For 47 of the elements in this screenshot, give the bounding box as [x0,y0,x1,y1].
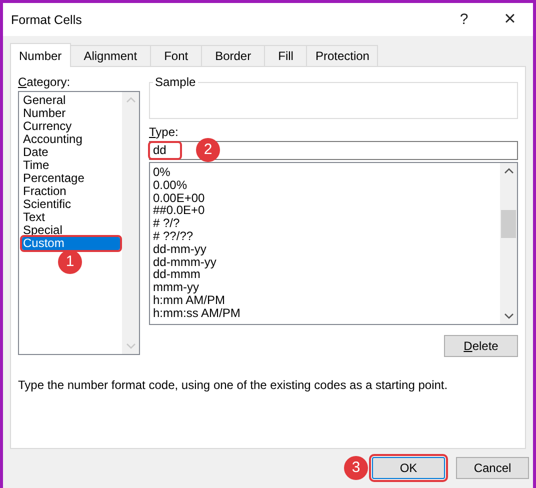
category-label: Category: [18,75,72,89]
format-item[interactable]: mmm-yy [153,281,497,294]
category-item[interactable]: Number [22,107,120,120]
format-item[interactable]: 0% [153,166,497,179]
step-marker: 2 [196,138,220,162]
category-item[interactable]: Special [22,224,120,237]
tab[interactable]: Number [10,43,71,67]
type-field[interactable]: dd 2 [149,141,518,160]
category-item[interactable]: Fraction [22,185,120,198]
format-item[interactable]: dd-mmm [153,268,497,282]
step-marker: 3 [344,456,368,480]
dialog-button[interactable]: OK [372,457,445,479]
category-item[interactable]: Percentage [22,172,120,185]
format-item[interactable]: h:mm:ss AM/PM [153,306,497,320]
type-label: Type: [149,125,180,139]
step-marker: 1 [58,250,82,274]
dialog-button[interactable]: Cancel [456,457,529,479]
description-text: Type the number format code, using one of the existing codes as a starting point. [18,378,449,392]
format-item[interactable]: # ??/?? [153,230,497,243]
category-item[interactable]: General [22,94,120,107]
category-item[interactable]: Scientific [22,198,120,211]
type-value: dd [150,143,180,158]
format-item[interactable]: h:mm AM/PM [153,294,497,307]
category-item[interactable]: Date [22,146,120,159]
format-item[interactable]: ##0.0E+0 [153,204,497,218]
window-title: Format Cells [11,12,82,26]
format-item[interactable]: 0.00E+00 [153,192,497,204]
scroll-down-icon[interactable] [504,313,514,319]
category-item[interactable]: Time [22,159,120,172]
tab[interactable]: Protection [306,45,378,66]
category-item[interactable]: Custom [22,237,120,250]
format-item[interactable]: dd-mmm-yy [153,256,497,268]
scroll-up-icon[interactable] [504,168,514,174]
close-button[interactable]: × [487,3,533,36]
scroll-thumb[interactable] [501,210,516,238]
category-item[interactable]: Currency [22,120,120,133]
format-item[interactable]: dd-mm-yy [153,242,497,256]
sample-label: Sample [153,75,198,89]
category-item[interactable]: Text [22,211,120,224]
delete-button[interactable]: Delete [444,335,518,357]
category-list[interactable]: General Number Currency Accounting Date Time Percentage Fraction Scientific Text Special Custom 1 [18,91,140,355]
help-button[interactable]: ? [441,3,487,36]
scrollbar[interactable] [500,163,517,324]
format-list[interactable]: 0% 0.00% 0.00E+00 ##0.0E+0 # ?/? # ??/?? dd-mm-yy dd-mmm-yy dd-mmm mmm-yy h:mm AM/PM h:mm:ss AM/PM [149,162,518,325]
format-item[interactable]: 0.00% [153,178,497,192]
category-item[interactable]: Accounting [22,133,120,146]
format-item[interactable]: # ?/? [153,217,497,230]
